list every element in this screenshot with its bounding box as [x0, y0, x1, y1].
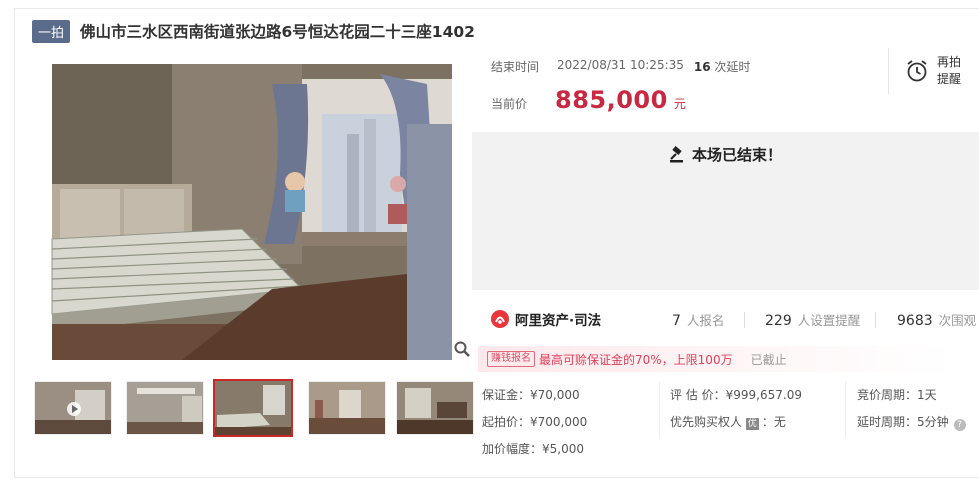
delay-count: 16: [693, 60, 711, 74]
end-time-label: 结束时间: [491, 60, 540, 74]
bid-increment: 加价幅度：¥5,000: [482, 442, 584, 456]
thumbnail-4[interactable]: [308, 381, 386, 435]
re-auction-remind-button[interactable]: 再拍 提醒: [888, 48, 979, 94]
priority-value: ：无: [761, 415, 786, 429]
signups-stat: 7 人报名: [672, 310, 724, 329]
bedroom-photo: [32, 64, 472, 360]
price-row: 当前价 885,000 元: [491, 86, 686, 114]
price-label: 当前价: [491, 97, 528, 111]
divider: [845, 382, 846, 438]
alarm-clock-icon: [907, 60, 927, 82]
priority-label: 优先购买权人: [670, 415, 743, 429]
ali-brand-icon: [491, 310, 509, 328]
thumbnail-3-selected[interactable]: [213, 379, 293, 437]
thumbnail-2[interactable]: [126, 381, 204, 435]
question-icon[interactable]: ?: [953, 419, 966, 431]
ali-assets-judicial-logo[interactable]: 阿里资产·司法: [490, 309, 601, 329]
delay-suffix: 次延时: [714, 60, 751, 74]
divider: [659, 382, 660, 438]
brand-name: 阿里资产·司法: [515, 313, 602, 329]
ended-text: 本场已结束！: [692, 146, 783, 164]
delay-cycle-row: 延时周期：5分钟?: [857, 413, 966, 431]
thumbnail-video[interactable]: [34, 381, 112, 435]
views-label: 次围观: [938, 313, 977, 328]
end-time-value: 2022/08/31 10:25:35: [557, 58, 684, 72]
notice-status: 已截止: [750, 352, 787, 367]
notice-tag: 赚钱报名: [487, 351, 535, 367]
auction-ended-message: 本场已结束！: [668, 144, 782, 165]
divider: [744, 312, 745, 328]
end-time-row: 结束时间 2022/08/31 10:25:35 16 次延时: [491, 58, 750, 75]
views-count: 9683: [897, 313, 933, 329]
remind-line-2: 提醒: [937, 72, 962, 86]
gavel-icon: [670, 145, 683, 162]
auction-round-badge: 一拍: [32, 19, 71, 43]
reminders-stat: 229 人设置提醒: [765, 310, 860, 329]
start-price: 起拍价：¥700,000: [482, 415, 588, 429]
main-photo[interactable]: [32, 64, 472, 360]
thumbnail-strip: [32, 378, 474, 438]
notice-text: 最高可赊保证金的70%，上限100万: [539, 352, 733, 367]
reminders-count: 229: [765, 313, 792, 329]
delay-cycle: 延时周期：5分钟: [857, 415, 949, 429]
signups-label: 人报名: [686, 313, 725, 328]
reminders-label: 人设置提醒: [797, 313, 861, 328]
title-row: 一拍 佛山市三水区西南街道张边路6号恒达花园二十三座1402: [32, 18, 475, 44]
signups-count: 7: [672, 313, 681, 329]
delay-info: 16 次延时: [694, 58, 751, 75]
divider: [875, 312, 876, 328]
current-price: 885,000: [555, 86, 668, 114]
page-title: 佛山市三水区西南街道张边路6号恒达花园二十三座1402: [80, 23, 475, 41]
priority-tag: 优: [745, 418, 759, 430]
zoom-icon[interactable]: [453, 340, 471, 358]
price-unit: 元: [673, 97, 686, 111]
thumbnail-5[interactable]: [396, 381, 474, 435]
priority-buyer: 优先购买权人 优：无: [670, 413, 786, 430]
deposit: 保证金：¥70,000: [482, 388, 580, 402]
estimated-value: 评 估 价：¥999,657.09: [670, 388, 802, 402]
remind-line-1: 再拍: [937, 55, 962, 69]
deposit-loan-notice[interactable]: 赚钱报名 最高可赊保证金的70%，上限100万 已截止: [478, 346, 979, 372]
remind-label: 再拍 提醒: [937, 54, 961, 88]
views-stat: 9683 次围观: [897, 310, 976, 329]
bidding-cycle: 竞价周期：1天: [857, 388, 937, 402]
